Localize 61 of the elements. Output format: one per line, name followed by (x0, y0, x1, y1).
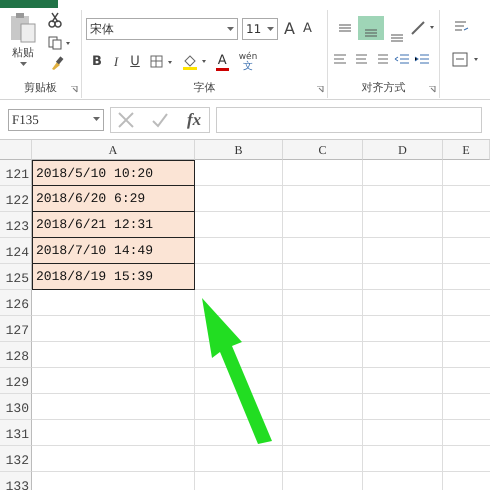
font-name-field[interactable]: 宋体 (86, 18, 238, 40)
row-header[interactable]: 125 (0, 264, 32, 290)
caret-icon (267, 26, 274, 32)
fill-color-icon[interactable] (182, 54, 208, 70)
table-cell[interactable]: 2018/5/10 10:20 (32, 160, 195, 186)
underline-button[interactable]: U (128, 53, 142, 71)
table-cell[interactable]: 2018/6/20 6:29 (32, 186, 195, 212)
middle-align-button[interactable] (358, 16, 384, 40)
row-header[interactable]: 129 (0, 368, 32, 394)
bottom-align-icon (390, 34, 404, 42)
caret-icon (93, 117, 100, 122)
decrease-indent-icon[interactable] (394, 54, 410, 66)
row-header[interactable]: 132 (0, 446, 32, 472)
group-label: 对齐方式 (362, 80, 406, 94)
border-icon[interactable] (150, 55, 174, 69)
row-header[interactable]: 122 (0, 186, 32, 212)
row-header[interactable]: 121 (0, 160, 32, 186)
column-header[interactable]: D (363, 140, 443, 160)
group-label: 字体 (194, 80, 216, 94)
font-size-field[interactable]: 11 (242, 18, 278, 40)
table-cell[interactable]: 2018/6/21 12:31 (32, 212, 195, 238)
column-header[interactable]: A (32, 140, 195, 160)
cut-icon[interactable] (48, 12, 62, 28)
dialog-launcher-icon[interactable] (317, 86, 324, 93)
caret-icon (20, 62, 26, 67)
table-cell[interactable]: 2018/7/10 14:49 (32, 238, 195, 264)
top-align-icon (338, 24, 352, 32)
column-header[interactable]: E (443, 140, 490, 160)
formula-field[interactable] (216, 106, 482, 132)
caret-icon (227, 26, 234, 32)
italic-button[interactable]: I (112, 53, 120, 71)
brush-icon[interactable] (50, 56, 64, 70)
dialog-launcher-icon[interactable] (429, 86, 436, 93)
column-header[interactable]: C (283, 140, 363, 160)
dialog-launcher-icon[interactable] (71, 86, 78, 93)
group-label: 剪贴板 (24, 80, 57, 94)
shrink-font-button[interactable]: A (300, 20, 314, 38)
row-header[interactable]: 127 (0, 316, 32, 342)
orientation-icon[interactable] (410, 20, 436, 36)
row-header[interactable]: 131 (0, 420, 32, 446)
phonetic-button[interactable]: wén 文 (236, 52, 260, 72)
row-header[interactable]: 128 (0, 342, 32, 368)
copy-icon[interactable] (48, 36, 72, 50)
paste-icon (9, 12, 37, 44)
row-header[interactable]: 133 (0, 472, 32, 490)
paste-button[interactable]: 粘贴 (6, 12, 40, 67)
row-header[interactable]: 126 (0, 290, 32, 316)
font-color-button[interactable]: A (216, 54, 229, 70)
align-center-icon[interactable] (354, 54, 370, 66)
name-box[interactable]: F135 (8, 108, 104, 130)
table-cell[interactable]: 2018/8/19 15:39 (32, 264, 195, 290)
increase-indent-icon[interactable] (414, 54, 430, 66)
merge-cells-icon[interactable] (452, 52, 480, 68)
column-header[interactable]: B (195, 140, 283, 160)
middle-align-icon (364, 29, 378, 37)
bold-button[interactable]: B (90, 53, 104, 71)
grow-font-button[interactable]: A (282, 20, 297, 38)
insert-function-button[interactable]: fx (185, 110, 204, 128)
row-header[interactable]: 123 (0, 212, 32, 238)
row-header[interactable]: 124 (0, 238, 32, 264)
row-header[interactable]: 130 (0, 394, 32, 420)
